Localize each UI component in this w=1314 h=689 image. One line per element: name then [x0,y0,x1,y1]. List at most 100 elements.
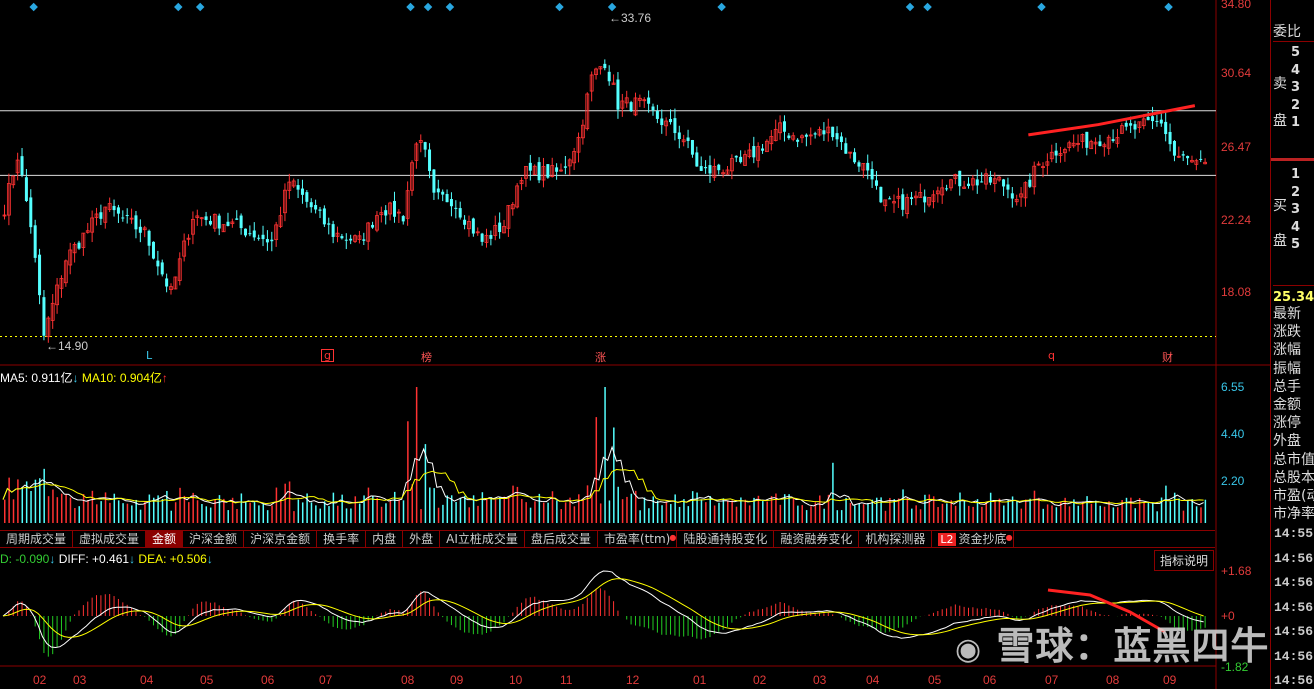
event-marker[interactable]: 财 [1162,349,1173,365]
event-marker[interactable]: 涨 [595,349,606,365]
volume-bar [1003,505,1005,523]
volume-bar [946,503,948,523]
month-label: 07 [1045,673,1059,687]
candle [296,185,300,190]
tab-0[interactable]: 周期成交量 [0,531,74,547]
volume-bar [652,496,655,523]
volume-bar [358,503,361,523]
candle [1054,150,1058,156]
volume-bar [897,498,900,523]
candle [445,194,449,203]
candle [958,170,962,187]
volume-bar [989,492,992,523]
tab-label: 沪深京金额 [250,532,311,546]
volume-bar [337,505,339,523]
volume-bar [928,494,931,523]
volume-bar [709,496,711,523]
tab-5[interactable]: 换手率 [317,531,367,547]
candle [704,167,708,169]
candle [204,216,208,220]
price-tick: 26.47 [1221,140,1252,154]
tab-2[interactable]: 金额 [146,531,184,547]
volume-bar [398,499,400,523]
tab-4[interactable]: 沪深京金额 [244,531,318,547]
new-dot-icon: ● [669,533,677,542]
volume-bar [201,504,203,523]
candle [857,162,861,167]
tab-8[interactable]: AI立桩成交量 [440,531,525,547]
tab-label: 机构探测器 [865,532,926,546]
volume-bar [718,502,720,523]
volume-bar [209,507,212,523]
volume-bar [521,499,523,523]
sell-label: 盘 [1273,113,1287,129]
candle [945,188,949,190]
volume-bar [906,497,909,523]
volume-bar [161,498,164,523]
month-label: 06 [983,673,997,687]
tab-7[interactable]: 外盘 [403,531,441,547]
quote-label: 涨幅 [1273,342,1301,359]
volume-bar [748,505,751,523]
event-marker[interactable]: g [321,349,334,362]
volume-bar [12,499,15,523]
tab-10[interactable]: 市盈率(ttm) ● [598,531,678,547]
tab-3[interactable]: 沪深金额 [183,531,245,547]
volume-bar [468,507,470,523]
candle [208,220,212,225]
tab-14[interactable]: L2 资金抄底 ● [932,531,1014,547]
event-marker[interactable]: 榜 [421,349,432,365]
volume-bar [82,494,85,523]
quote-label: 振幅 [1273,360,1301,377]
event-marker[interactable]: L [146,349,152,362]
tick-time: 14:55 [1274,526,1314,541]
volume-bar [74,508,76,523]
volume-bar [805,510,808,523]
candle [1146,116,1150,121]
volume-bar [1081,501,1084,523]
volume-legend: MA5: 0.911亿↓ MA10: 0.904亿↑ [0,369,168,386]
volume-bar [551,491,554,523]
volume-bar [1090,503,1093,523]
tab-1[interactable]: 虚拟成交量 [73,531,147,547]
volume-bar [4,499,6,523]
event-marker[interactable]: q [1048,349,1055,362]
tab-6[interactable]: 内盘 [366,531,404,547]
down-arrow-icon: ↓ [72,371,79,385]
kline-chart[interactable] [0,0,1270,689]
volume-bar [1204,499,1207,523]
tab-11[interactable]: 陆股通持股变化 [677,531,775,547]
tab-12[interactable]: 融资融券变化 [774,531,860,547]
candle [248,233,252,235]
candle [322,208,326,225]
xueqiu-logo-icon: ◉ [955,632,983,667]
new-dot-icon: ● [1005,533,1013,542]
tab-label: 换手率 [323,532,360,546]
candle [244,228,247,236]
volume-bar [1020,508,1023,523]
volume-bar [542,502,545,523]
tab-13[interactable]: 机构探测器 [859,531,933,547]
candle [1172,141,1176,156]
month-label: 02 [753,673,767,687]
buy-level: 3 [1291,202,1301,217]
volume-bar [823,508,825,523]
candle [1164,121,1168,135]
volume-bar [1042,508,1044,523]
candle [252,230,256,238]
month-label: 03 [813,673,827,687]
candle [870,169,874,180]
volume-bar [954,505,957,523]
volume-bar [253,502,256,523]
candle [1181,154,1185,156]
tab-9[interactable]: 盘后成交量 [525,531,598,547]
volume-bar [402,500,405,523]
candle [677,132,681,140]
indicator-help-button[interactable]: 指标说明 [1154,550,1215,571]
candle [449,198,453,207]
candle [121,217,125,219]
month-label: 10 [509,673,523,687]
quote-label: 涨停 [1273,415,1301,432]
candle [629,102,633,112]
down-arrow-icon: ↓ [129,552,136,566]
